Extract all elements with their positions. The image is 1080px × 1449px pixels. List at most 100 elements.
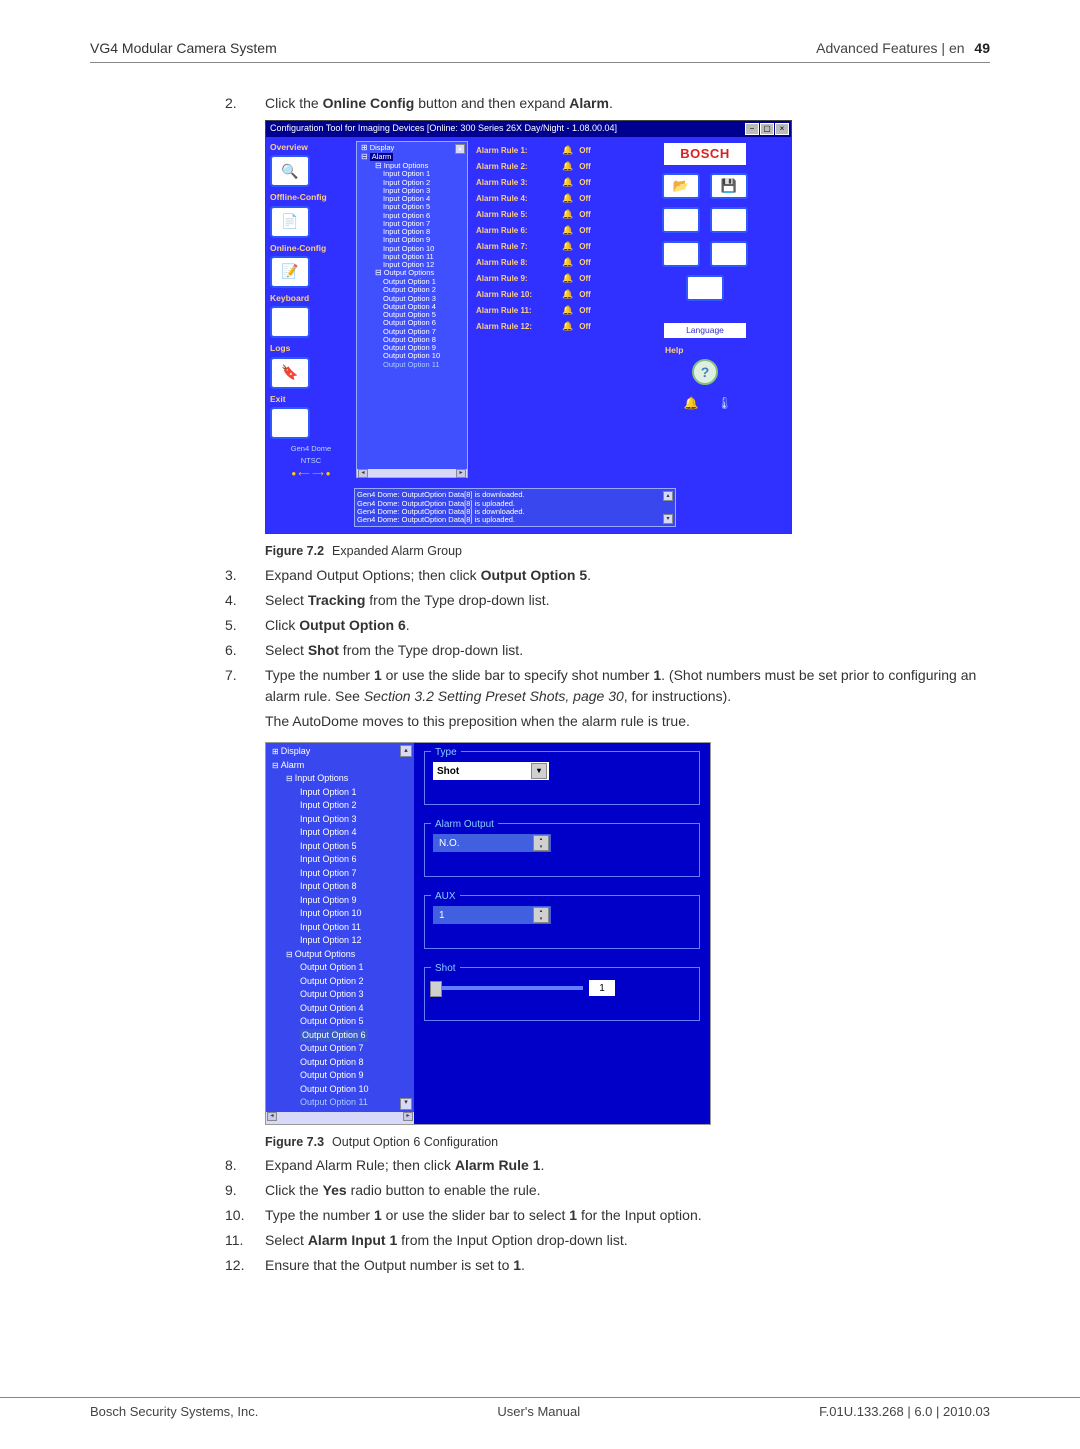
fig2-scroll-left-icon[interactable]: ◂	[267, 1112, 277, 1121]
minimize-icon[interactable]: −	[745, 123, 759, 135]
alarm-rule-row[interactable]: Alarm Rule 11:🔔Off	[476, 303, 651, 319]
fig2-input-item[interactable]: Input Option 10	[270, 907, 414, 921]
fig2-tree-display[interactable]: ⊞Display	[270, 745, 414, 759]
fig2-input-item[interactable]: Input Option 1	[270, 786, 414, 800]
fig2-output-item[interactable]: Output Option 7	[270, 1042, 414, 1056]
fig2-tree-alarm[interactable]: ⊟Alarm	[270, 759, 414, 773]
fig2-input-item[interactable]: Input Option 8	[270, 880, 414, 894]
scroll-left-icon[interactable]: ◂	[358, 469, 368, 478]
log-scroll-down-icon[interactable]: ▾	[663, 514, 673, 524]
fig2-output-item[interactable]: Output Option 6	[270, 1029, 414, 1043]
alarm-rule-row[interactable]: Alarm Rule 8:🔔Off	[476, 255, 651, 271]
bell-icon: 🔔	[562, 226, 573, 236]
log-line: Gen4 Dome: OutputOption Data[8] is uploa…	[357, 500, 673, 508]
alarm-rule-row[interactable]: Alarm Rule 9:🔔Off	[476, 271, 651, 287]
alarm-rule-row[interactable]: Alarm Rule 4:🔔Off	[476, 191, 651, 207]
online-icon[interactable]: 📝	[270, 256, 310, 288]
fig2-scroll-up-icon[interactable]: ▴	[400, 745, 412, 757]
fig2-tree-input-options[interactable]: ⊟Input Options	[270, 772, 414, 786]
tree-hscroll[interactable]: ◂ ▸	[357, 469, 467, 477]
scroll-right-icon[interactable]: ▸	[456, 469, 466, 478]
alarm-rule-row[interactable]: Alarm Rule 2:🔔Off	[476, 159, 651, 175]
offline-icon[interactable]: 📄	[270, 206, 310, 238]
fig2-detail-pane: Type Shot ▾ Alarm Output N.O. ▴▾	[414, 743, 710, 1124]
fig2-output-item[interactable]: Output Option 3	[270, 988, 414, 1002]
fig2-input-item[interactable]: Input Option 11	[270, 921, 414, 935]
shot-slider[interactable]	[433, 986, 583, 990]
shot-value[interactable]: 1	[589, 980, 615, 996]
fig2-scroll-down-icon[interactable]: ▾	[400, 1098, 412, 1110]
alarm-output-spinner[interactable]: ▴▾	[533, 835, 549, 851]
log-scroll-up-icon[interactable]: ▴	[663, 491, 673, 501]
scroll-up-icon[interactable]: ▴	[455, 144, 465, 154]
fig2-input-item[interactable]: Input Option 3	[270, 813, 414, 827]
aux-spinner[interactable]: ▴▾	[533, 907, 549, 923]
alarm-rule-row[interactable]: Alarm Rule 12:🔔Off	[476, 319, 651, 335]
type-dropdown[interactable]: Shot ▾	[433, 762, 549, 780]
maximize-icon[interactable]: ▢	[760, 123, 774, 135]
fig2-output-item[interactable]: Output Option 10	[270, 1083, 414, 1097]
sidebar-online[interactable]: Online-Config	[270, 244, 352, 253]
step-3: 3.Expand Output Options; then click Outp…	[225, 565, 980, 586]
sidebar-keyboard[interactable]: Keyboard	[270, 294, 352, 303]
step-6: 6.Select Shot from the Type drop-down li…	[225, 640, 980, 661]
upload-icon[interactable]: ⬆	[710, 207, 748, 233]
header-right: Advanced Features | en	[816, 40, 964, 56]
fig2-output-cutoff[interactable]: Output Option 11	[270, 1096, 414, 1110]
fig2-input-item[interactable]: Input Option 12	[270, 934, 414, 948]
image-icon[interactable]: 🖼	[662, 241, 700, 267]
fig2-input-item[interactable]: Input Option 9	[270, 894, 414, 908]
alarm-rule-row[interactable]: Alarm Rule 5:🔔Off	[476, 207, 651, 223]
fig2-output-item[interactable]: Output Option 9	[270, 1069, 414, 1083]
alarm-rule-row[interactable]: Alarm Rule 10:🔔Off	[476, 287, 651, 303]
keyboard-icon[interactable]: ⌨	[270, 306, 310, 338]
alarm-rule-row[interactable]: Alarm Rule 1:🔔Off	[476, 143, 651, 159]
alarm-rule-row[interactable]: Alarm Rule 6:🔔Off	[476, 223, 651, 239]
fig2-scroll-right-icon[interactable]: ▸	[403, 1112, 413, 1121]
figure-2-caption: Figure 7.3Output Option 6 Configuration	[265, 1133, 980, 1152]
tree-output-cutoff[interactable]: Output Option 11	[361, 361, 467, 369]
tools-icon[interactable]: 🛠	[686, 275, 724, 301]
nav-arrows[interactable]: ● ⟵ ⟶ ●	[270, 470, 352, 479]
fig2-input-item[interactable]: Input Option 6	[270, 853, 414, 867]
fig2-output-item[interactable]: Output Option 2	[270, 975, 414, 989]
fig2-input-item[interactable]: Input Option 2	[270, 799, 414, 813]
close-icon[interactable]: ×	[775, 123, 789, 135]
fig2-hscroll[interactable]: ◂ ▸	[266, 1112, 414, 1124]
sidebar-exit[interactable]: Exit	[270, 395, 352, 404]
fig2-input-item[interactable]: Input Option 5	[270, 840, 414, 854]
sidebar-overview[interactable]: Overview	[270, 143, 352, 152]
language-button[interactable]: Language	[664, 323, 746, 338]
save-icon[interactable]: 💾	[710, 173, 748, 199]
fig2-output-item[interactable]: Output Option 5	[270, 1015, 414, 1029]
fig2-output-item[interactable]: Output Option 1	[270, 961, 414, 975]
tree-pane: ▴ ⊞Display ⊟Alarm ⊟Input Options Input O…	[356, 141, 468, 478]
alarm-rule-row[interactable]: Alarm Rule 3:🔔Off	[476, 175, 651, 191]
footer-center: User's Manual	[497, 1404, 580, 1419]
bell-icon: 🔔	[562, 210, 573, 220]
fig2-input-item[interactable]: Input Option 4	[270, 826, 414, 840]
bell-icon: 🔔	[562, 178, 573, 188]
sidebar-offline[interactable]: Offline-Config	[270, 193, 352, 202]
overview-icon[interactable]: 🔍	[270, 155, 310, 187]
exit-icon[interactable]: ↪	[270, 407, 310, 439]
open-icon[interactable]: 📂	[662, 173, 700, 199]
logs-icon[interactable]: 🔖	[270, 357, 310, 389]
sidebar-logs[interactable]: Logs	[270, 344, 352, 353]
alarm-rule-row[interactable]: Alarm Rule 7:🔔Off	[476, 239, 651, 255]
bell-icon: 🔔	[562, 274, 573, 284]
chevron-down-icon[interactable]: ▾	[531, 763, 547, 779]
fig2-tree-output-options[interactable]: ⊟Output Options	[270, 948, 414, 962]
header-left: VG4 Modular Camera System	[90, 40, 277, 56]
slider-thumb[interactable]	[430, 981, 442, 997]
display-icon[interactable]: 🖥	[710, 241, 748, 267]
download-icon[interactable]: ⬇	[662, 207, 700, 233]
fig2-output-item[interactable]: Output Option 8	[270, 1056, 414, 1070]
alarm-output-field[interactable]: N.O. ▴▾	[433, 834, 551, 852]
fig2-input-item[interactable]: Input Option 7	[270, 867, 414, 881]
aux-field[interactable]: 1 ▴▾	[433, 906, 551, 924]
help-label: Help	[665, 346, 683, 355]
log-panel: ▴ Gen4 Dome: OutputOption Data[8] is dow…	[354, 488, 676, 527]
fig2-output-item[interactable]: Output Option 4	[270, 1002, 414, 1016]
help-icon[interactable]: ?	[692, 359, 718, 385]
